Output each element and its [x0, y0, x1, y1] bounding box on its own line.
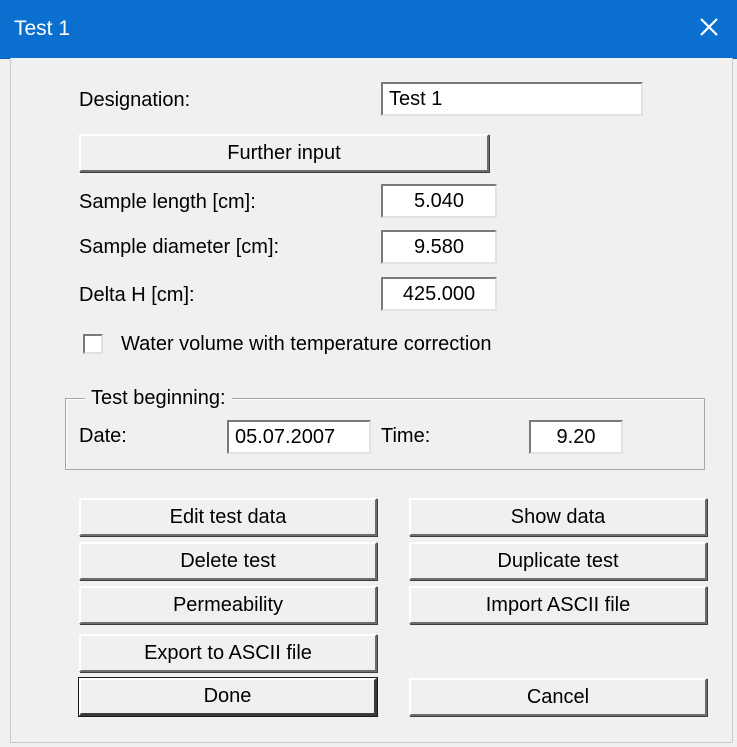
sample-length-field[interactable]: 5.040 — [381, 184, 497, 218]
permeability-button[interactable]: Permeability — [79, 586, 377, 624]
time-field[interactable]: 9.20 — [529, 420, 623, 454]
water-volume-checkbox[interactable] — [83, 334, 103, 354]
window-title: Test 1 — [14, 17, 71, 40]
close-button[interactable] — [681, 0, 737, 58]
edit-test-data-button[interactable]: Edit test data — [79, 498, 377, 536]
duplicate-test-button[interactable]: Duplicate test — [409, 542, 707, 580]
designation-field[interactable]: Test 1 — [381, 82, 643, 116]
test-beginning-legend: Test beginning: — [85, 386, 232, 410]
export-ascii-button[interactable]: Export to ASCII file — [79, 634, 377, 672]
import-ascii-button[interactable]: Import ASCII file — [409, 586, 707, 624]
dialog-body: Designation: Test 1 Further input Sample… — [10, 58, 733, 743]
cancel-button[interactable]: Cancel — [409, 678, 707, 716]
sample-diameter-label: Sample diameter [cm]: — [79, 236, 280, 258]
delta-h-field[interactable]: 425.000 — [381, 277, 497, 311]
delta-h-label: Delta H [cm]: — [79, 284, 195, 306]
water-volume-label: Water volume with temperature correction — [121, 333, 492, 355]
sample-diameter-field[interactable]: 9.580 — [381, 230, 497, 264]
done-button[interactable]: Done — [79, 678, 377, 716]
designation-label: Designation: — [79, 89, 191, 111]
further-input-button[interactable]: Further input — [79, 134, 489, 172]
sample-length-label: Sample length [cm]: — [79, 191, 256, 213]
close-icon — [698, 16, 720, 43]
show-data-button[interactable]: Show data — [409, 498, 707, 536]
date-field[interactable]: 05.07.2007 — [227, 420, 371, 454]
time-label: Time: — [381, 425, 431, 447]
title-bar: Test 1 — [0, 0, 737, 59]
date-label: Date: — [79, 425, 127, 447]
delete-test-button[interactable]: Delete test — [79, 542, 377, 580]
